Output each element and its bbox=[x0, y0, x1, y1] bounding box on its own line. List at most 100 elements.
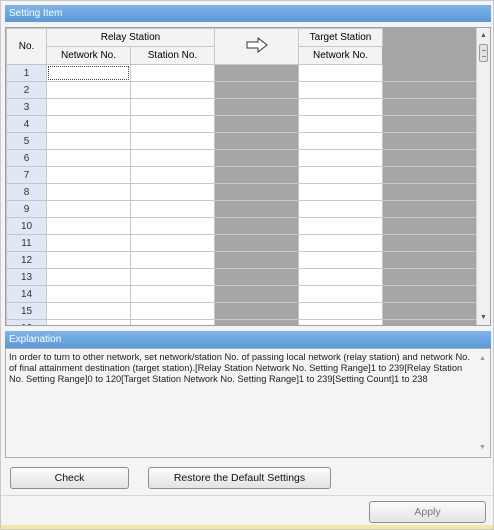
relay-station-no-cell[interactable] bbox=[130, 200, 215, 218]
relay-network-no-cell[interactable] bbox=[46, 64, 131, 82]
target-network-no-cell[interactable] bbox=[298, 132, 383, 150]
relay-station-no-cell[interactable] bbox=[130, 81, 215, 99]
relay-station-no-cell[interactable] bbox=[130, 319, 215, 325]
table-row: 2 bbox=[6, 81, 478, 99]
target-network-no-cell[interactable] bbox=[298, 285, 383, 303]
relay-network-no-cell[interactable] bbox=[46, 217, 131, 235]
column-header-target-station: Target Station bbox=[298, 28, 383, 47]
relay-network-no-cell[interactable] bbox=[46, 183, 131, 201]
relay-network-no-cell[interactable] bbox=[46, 132, 131, 150]
target-network-no-cell[interactable] bbox=[298, 98, 383, 116]
row-number: 1 bbox=[6, 64, 47, 82]
relay-station-no-cell[interactable] bbox=[130, 115, 215, 133]
explanation-title: Explanation bbox=[9, 334, 62, 345]
table-row: 15 bbox=[6, 302, 478, 320]
relay-network-no-cell[interactable] bbox=[46, 268, 131, 286]
relay-network-no-cell[interactable] bbox=[46, 166, 131, 184]
relay-station-no-cell[interactable] bbox=[130, 132, 215, 150]
column-header-station-no: Station No. bbox=[130, 46, 215, 65]
target-network-no-cell[interactable] bbox=[298, 64, 383, 82]
arrow-column-cell bbox=[214, 98, 299, 116]
relay-network-no-cell[interactable] bbox=[46, 302, 131, 320]
row-number: 12 bbox=[6, 251, 47, 269]
scroll-down-icon[interactable]: ▼ bbox=[480, 314, 487, 321]
table-row: 5 bbox=[6, 132, 478, 150]
relay-station-no-cell[interactable] bbox=[130, 64, 215, 82]
row-number: 13 bbox=[6, 268, 47, 286]
relay-station-no-cell[interactable] bbox=[130, 268, 215, 286]
explanation-scroll-down-icon[interactable]: ▼ bbox=[479, 442, 486, 453]
bottom-strip bbox=[1, 525, 493, 529]
target-network-no-cell[interactable] bbox=[298, 81, 383, 99]
row-number: 5 bbox=[6, 132, 47, 150]
arrow-column-cell bbox=[214, 81, 299, 99]
scroll-thumb[interactable] bbox=[479, 44, 488, 62]
target-network-no-cell[interactable] bbox=[298, 302, 383, 320]
arrow-column-cell bbox=[214, 319, 299, 325]
relay-station-no-cell[interactable] bbox=[130, 302, 215, 320]
relay-network-no-cell[interactable] bbox=[46, 115, 131, 133]
target-network-no-cell[interactable] bbox=[298, 149, 383, 167]
relay-station-no-cell[interactable] bbox=[130, 166, 215, 184]
relay-network-no-cell[interactable] bbox=[46, 285, 131, 303]
explanation-scroll-up-icon[interactable]: ▲ bbox=[479, 353, 486, 364]
row-number: 9 bbox=[6, 200, 47, 218]
routing-table: No. Relay Station Target Station Network… bbox=[6, 28, 478, 325]
arrow-column-cell bbox=[214, 64, 299, 82]
arrow-column-cell bbox=[214, 217, 299, 235]
row-number: 7 bbox=[6, 166, 47, 184]
table-row: 14 bbox=[6, 285, 478, 303]
relay-station-no-cell[interactable] bbox=[130, 98, 215, 116]
explanation-text: In order to turn to other network, set n… bbox=[9, 352, 470, 384]
column-header-network-no: Network No. bbox=[46, 46, 131, 65]
row-number: 10 bbox=[6, 217, 47, 235]
gray-spacer-cell bbox=[382, 183, 478, 201]
relay-station-no-cell[interactable] bbox=[130, 217, 215, 235]
arrow-column-cell bbox=[214, 200, 299, 218]
check-button[interactable]: Check bbox=[10, 467, 129, 489]
relay-station-no-cell[interactable] bbox=[130, 149, 215, 167]
target-network-no-cell[interactable] bbox=[298, 234, 383, 252]
relay-network-no-cell[interactable] bbox=[46, 319, 131, 325]
setting-item-header: Setting Item bbox=[5, 5, 491, 22]
apply-button[interactable]: Apply bbox=[369, 501, 486, 523]
arrow-column-cell bbox=[214, 166, 299, 184]
arrow-column-cell bbox=[214, 183, 299, 201]
relay-network-no-cell[interactable] bbox=[46, 98, 131, 116]
setting-item-title: Setting Item bbox=[9, 8, 63, 19]
gray-spacer-cell bbox=[382, 64, 478, 82]
row-number: 14 bbox=[6, 285, 47, 303]
target-network-no-cell[interactable] bbox=[298, 319, 383, 325]
relay-network-no-cell[interactable] bbox=[46, 149, 131, 167]
grid-vertical-scrollbar[interactable]: ▲ ▼ bbox=[476, 28, 490, 325]
relay-station-no-cell[interactable] bbox=[130, 285, 215, 303]
target-network-no-cell[interactable] bbox=[298, 200, 383, 218]
table-row: 6 bbox=[6, 149, 478, 167]
target-network-no-cell[interactable] bbox=[298, 166, 383, 184]
target-network-no-cell[interactable] bbox=[298, 251, 383, 269]
relay-station-no-cell[interactable] bbox=[130, 251, 215, 269]
row-number: 16 bbox=[6, 319, 47, 325]
target-network-no-cell[interactable] bbox=[298, 115, 383, 133]
row-number: 8 bbox=[6, 183, 47, 201]
column-header-target-network-no: Network No. bbox=[298, 46, 383, 65]
target-network-no-cell[interactable] bbox=[298, 268, 383, 286]
scroll-up-icon[interactable]: ▲ bbox=[480, 32, 487, 39]
gray-spacer-cell bbox=[382, 217, 478, 235]
relay-network-no-cell[interactable] bbox=[46, 200, 131, 218]
target-network-no-cell[interactable] bbox=[298, 217, 383, 235]
routing-grid: No. Relay Station Target Station Network… bbox=[5, 27, 491, 326]
row-number: 2 bbox=[6, 81, 47, 99]
arrow-column-cell bbox=[214, 251, 299, 269]
gray-header-spacer bbox=[382, 28, 478, 65]
relay-station-no-cell[interactable] bbox=[130, 183, 215, 201]
target-network-no-cell[interactable] bbox=[298, 183, 383, 201]
arrow-column-cell bbox=[214, 149, 299, 167]
arrow-column-cell bbox=[214, 302, 299, 320]
relay-network-no-cell[interactable] bbox=[46, 251, 131, 269]
relay-network-no-cell[interactable] bbox=[46, 81, 131, 99]
explanation-scrollbar[interactable]: ▲ ▼ bbox=[476, 349, 490, 457]
relay-station-no-cell[interactable] bbox=[130, 234, 215, 252]
restore-default-settings-button[interactable]: Restore the Default Settings bbox=[148, 467, 331, 489]
relay-network-no-cell[interactable] bbox=[46, 234, 131, 252]
